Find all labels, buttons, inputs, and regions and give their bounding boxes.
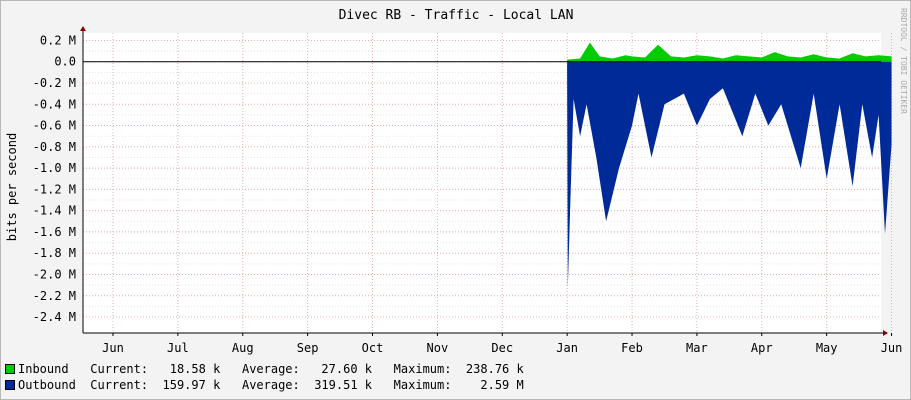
x-axis-arrow (883, 330, 888, 336)
y-tick-label: -0.2 M (33, 76, 76, 90)
y-tick-label: -1.2 M (33, 182, 76, 196)
y-tick-label: -1.6 M (33, 225, 76, 239)
legend-inbound: Inbound Current: 18.58 k Average: 27.60 … (18, 362, 524, 376)
x-tick-label: May (816, 341, 838, 355)
y-tick-label: -1.4 M (33, 204, 76, 218)
x-tick-label: Mar (686, 341, 708, 355)
y-axis-arrow (80, 26, 86, 31)
x-tick-label: Apr (751, 341, 773, 355)
y-tick-label: -1.0 M (33, 161, 76, 175)
outbound-swatch (5, 380, 15, 390)
x-tick-label: Jan (556, 341, 578, 355)
legend-outbound: Outbound Current: 159.97 k Average: 319.… (18, 378, 524, 392)
chart-title: Divec RB - Traffic - Local LAN (339, 8, 574, 23)
x-tick-label: Dec (491, 341, 513, 355)
y-tick-label: -0.8 M (33, 140, 76, 154)
x-tick-label: Nov (427, 341, 449, 355)
chart-frame: 0.2 M 0.0 -0.2 M -0.4 M -0.6 M -0.8 M -1.0 M -1… (0, 0, 911, 400)
y-tick-label: -2.4 M (33, 310, 76, 324)
y-tick-label: -2.0 M (33, 267, 76, 281)
rrdtool-watermark: RRDTOOL / TOBI OETIKER (899, 8, 908, 114)
x-tick-label: Aug (232, 341, 254, 355)
x-tick-label: Sep (297, 341, 319, 355)
y-tick-label: -2.2 M (33, 289, 76, 303)
x-tick-label: Jul (167, 341, 189, 355)
traffic-chart: 0.2 M 0.0 -0.2 M -0.4 M -0.6 M -0.8 M -1.0 M -1… (5, 8, 908, 355)
y-tick-label: -0.6 M (33, 119, 76, 133)
x-tick-label: Jun (102, 341, 124, 355)
y-tick-label: 0.2 M (40, 33, 76, 47)
y-axis-label: bits per second (5, 133, 19, 241)
x-tick-label: Oct (362, 341, 384, 355)
y-tick-label: 0.0 (54, 55, 76, 69)
y-tick-label: -0.4 M (33, 97, 76, 111)
x-tick-label: Jun (881, 341, 903, 355)
y-tick-label: -1.8 M (33, 246, 76, 260)
inbound-swatch (5, 364, 15, 374)
x-tick-label: Feb (621, 341, 643, 355)
